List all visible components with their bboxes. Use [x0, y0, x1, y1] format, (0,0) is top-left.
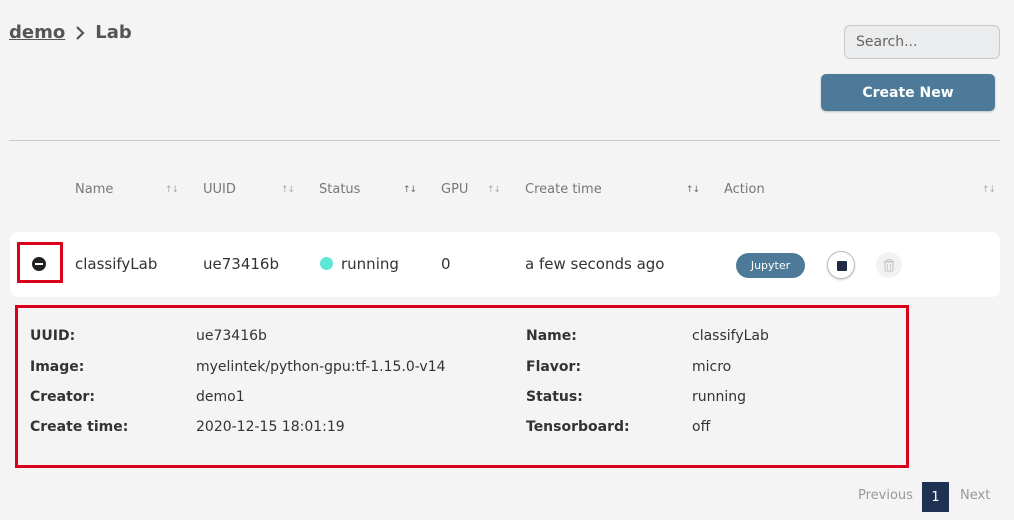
detail-value-status: running	[692, 389, 747, 405]
detail-label-creator: Creator:	[30, 389, 95, 405]
detail-label-tensorboard: Tensorboard:	[526, 419, 630, 435]
detail-value-tensorboard: off	[692, 419, 711, 435]
pagination-page-1[interactable]: 1	[922, 482, 949, 512]
breadcrumb-current: Lab	[95, 22, 132, 43]
sort-icon[interactable]: ↑↓	[487, 185, 501, 195]
cell-name: classifyLab	[75, 255, 158, 273]
cell-status: running	[341, 255, 399, 273]
detail-value-name: classifyLab	[692, 328, 769, 344]
table-header: Name ↑↓ UUID ↑↓ Status ↑↓ GPU ↑↓ Create …	[0, 182, 1014, 202]
detail-label-status: Status:	[526, 389, 583, 405]
column-header-name[interactable]: Name	[75, 182, 113, 197]
sort-icon[interactable]: ↑↓	[281, 185, 295, 195]
detail-value-creator: demo1	[196, 389, 245, 405]
collapse-icon[interactable]	[32, 257, 46, 271]
jupyter-button[interactable]: Jupyter	[736, 253, 805, 278]
trash-icon[interactable]	[876, 252, 902, 278]
detail-value-flavor: micro	[692, 359, 732, 375]
sort-icon[interactable]: ↑↓	[686, 185, 700, 195]
create-new-button[interactable]: Create New	[821, 74, 995, 111]
detail-label-name: Name:	[526, 328, 577, 344]
breadcrumb: demo Lab	[9, 22, 132, 43]
column-header-uuid[interactable]: UUID	[203, 182, 236, 197]
detail-value-uuid: ue73416b	[196, 328, 267, 344]
sort-icon[interactable]: ↑↓	[403, 185, 417, 195]
pagination-previous[interactable]: Previous	[858, 488, 913, 503]
cell-create-time: a few seconds ago	[525, 255, 665, 273]
column-header-action: Action	[724, 182, 765, 197]
pagination-next[interactable]: Next	[960, 488, 990, 503]
detail-value-image: myelintek/python-gpu:tf-1.15.0-v14	[196, 359, 446, 375]
stop-icon[interactable]	[827, 251, 855, 279]
cell-gpu: 0	[441, 255, 451, 273]
row-detail-panel	[15, 305, 909, 468]
sort-icon[interactable]: ↑↓	[165, 185, 179, 195]
column-header-status[interactable]: Status	[319, 182, 360, 197]
search-input[interactable]	[844, 25, 1000, 59]
column-header-gpu[interactable]: GPU	[441, 182, 468, 197]
chevron-right-icon	[71, 24, 89, 42]
divider	[9, 140, 1000, 141]
status-running-icon	[320, 257, 333, 270]
detail-label-image: Image:	[30, 359, 85, 375]
cell-uuid: ue73416b	[203, 255, 279, 273]
detail-label-create-time: Create time:	[30, 419, 129, 435]
column-header-create-time[interactable]: Create time	[525, 182, 602, 197]
detail-label-uuid: UUID:	[30, 328, 76, 344]
detail-value-create-time: 2020-12-15 18:01:19	[196, 419, 345, 435]
breadcrumb-link-demo[interactable]: demo	[9, 22, 65, 43]
sort-icon[interactable]: ↑↓	[982, 185, 996, 195]
detail-label-flavor: Flavor:	[526, 359, 582, 375]
